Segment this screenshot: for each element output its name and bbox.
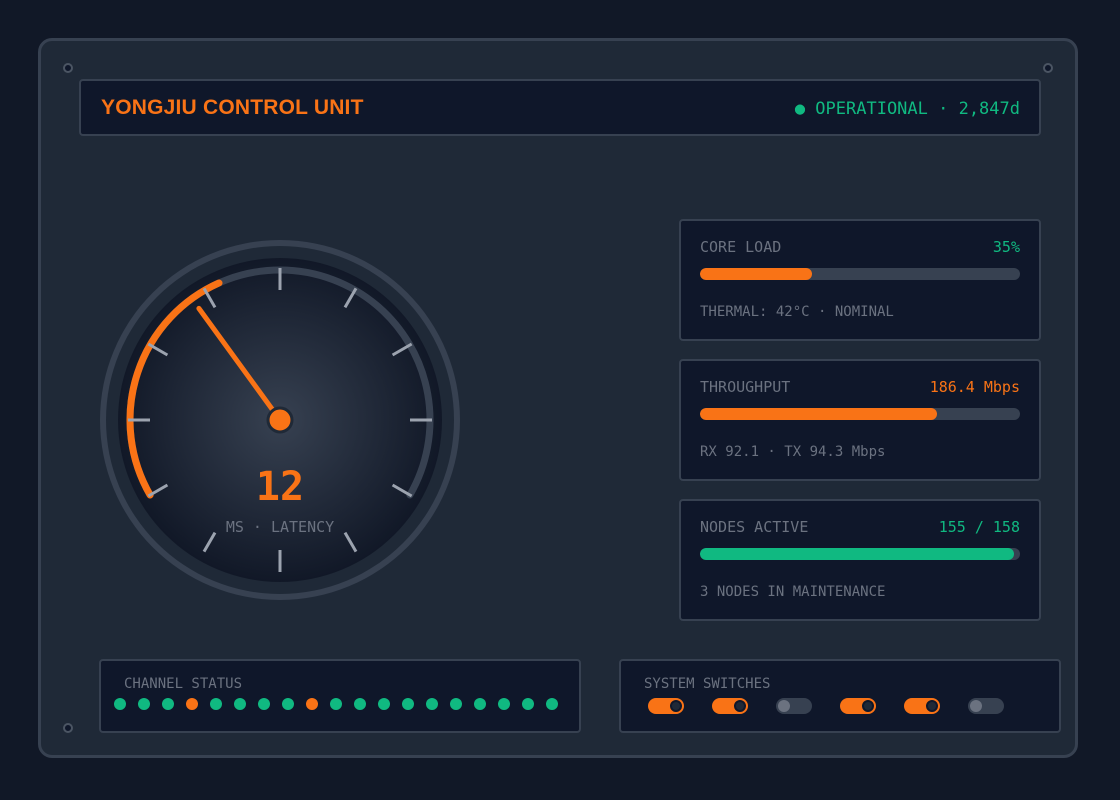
system-switches-panel: SYSTEM SWITCHES — [619, 659, 1061, 733]
gauge-unit-label: MS · LATENCY — [226, 518, 334, 536]
progress-fill — [700, 408, 937, 420]
channel-led-ok — [546, 698, 558, 710]
metric-value: 186.4 Mbps — [929, 378, 1020, 396]
metric-label: THROUGHPUT — [700, 378, 791, 396]
system-switches-label: SYSTEM SWITCHES — [644, 676, 771, 692]
toggle-knob — [778, 700, 790, 712]
header-bar: YONGJIU CONTROL UNIT ● OPERATIONAL · 2,8… — [79, 79, 1041, 136]
toggle-knob — [970, 700, 982, 712]
gauge-hub — [266, 406, 294, 434]
system-toggle-5[interactable] — [904, 698, 940, 714]
channel-led-ok — [330, 698, 342, 710]
channel-led-ok — [426, 698, 438, 710]
channel-led-ok — [282, 698, 294, 710]
channel-led-ok — [354, 698, 366, 710]
channel-led-warn — [306, 698, 318, 710]
channel-led-ok — [522, 698, 534, 710]
system-toggle-6[interactable] — [968, 698, 1004, 714]
system-toggle-4[interactable] — [840, 698, 876, 714]
progress-fill — [700, 548, 1014, 560]
channel-led-ok — [138, 698, 150, 710]
channel-led-warn — [186, 698, 198, 710]
channel-led-ok — [378, 698, 390, 710]
metric-value: 35% — [992, 238, 1020, 256]
metric-card-core-load: CORE LOAD 35% THERMAL: 42°C · NOMINAL — [679, 219, 1041, 341]
switch-row — [648, 698, 1004, 714]
page-title: YONGJIU CONTROL UNIT — [101, 96, 364, 119]
metric-card-nodes-active: NODES ACTIVE 155 / 158 3 NODES IN MAINTE… — [679, 499, 1041, 621]
system-toggle-3[interactable] — [776, 698, 812, 714]
metric-subtext: 3 NODES IN MAINTENANCE — [700, 584, 886, 600]
toggle-knob — [734, 700, 746, 712]
screw-icon — [63, 723, 73, 733]
latency-gauge: 12 MS · LATENCY — [100, 240, 460, 600]
metric-subtext: THERMAL: 42°C · NOMINAL — [700, 304, 894, 320]
progress-fill — [700, 268, 812, 280]
progress-track — [700, 548, 1020, 560]
screw-icon — [1043, 63, 1053, 73]
metric-label: NODES ACTIVE — [700, 518, 809, 536]
toggle-knob — [862, 700, 874, 712]
metric-value: 155 / 158 — [938, 518, 1020, 536]
progress-track — [700, 408, 1020, 420]
screw-icon — [63, 63, 73, 73]
channel-status-label: CHANNEL STATUS — [124, 676, 243, 692]
metric-subtext: RX 92.1 · TX 94.3 Mbps — [700, 444, 886, 460]
system-toggle-2[interactable] — [712, 698, 748, 714]
metric-label: CORE LOAD — [700, 238, 782, 256]
channel-led-ok — [258, 698, 270, 710]
channel-led-ok — [402, 698, 414, 710]
channel-led-ok — [450, 698, 462, 710]
channel-led-ok — [162, 698, 174, 710]
progress-track — [700, 268, 1020, 280]
status-indicator: ● OPERATIONAL · 2,847d — [794, 99, 1020, 119]
channel-led-ok — [114, 698, 126, 710]
gauge-value: 12 — [256, 464, 304, 510]
channel-led-ok — [234, 698, 246, 710]
channel-status-panel: CHANNEL STATUS — [99, 659, 581, 733]
system-toggle-1[interactable] — [648, 698, 684, 714]
channel-led-ok — [474, 698, 486, 710]
metric-card-throughput: THROUGHPUT 186.4 Mbps RX 92.1 · TX 94.3 … — [679, 359, 1041, 481]
channel-led-ok — [498, 698, 510, 710]
channel-led-row — [114, 698, 558, 710]
channel-led-ok — [210, 698, 222, 710]
toggle-knob — [926, 700, 938, 712]
toggle-knob — [670, 700, 682, 712]
